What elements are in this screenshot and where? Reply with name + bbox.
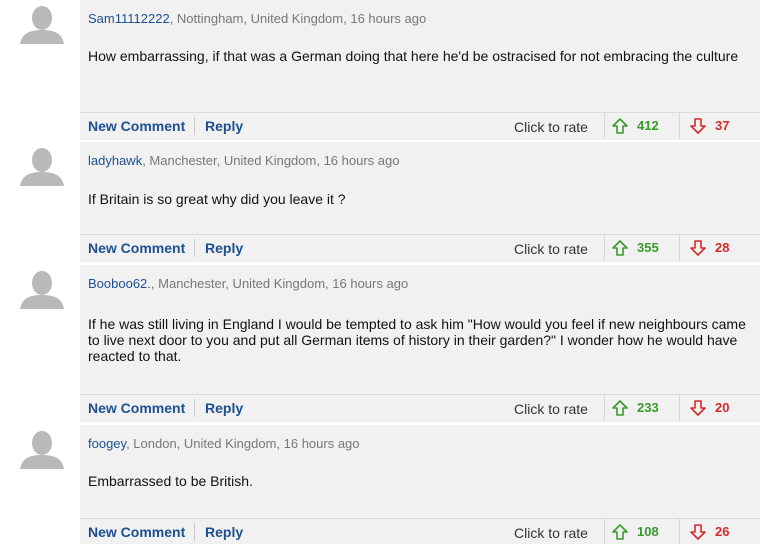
comment-panel: foogey, London, United Kingdom, 16 hours…: [80, 425, 760, 544]
downvote-count: 20: [715, 400, 730, 415]
downvote-button[interactable]: 20: [689, 399, 749, 417]
arrow-down-icon: [690, 240, 706, 256]
new-comment-button[interactable]: New Comment: [88, 118, 185, 134]
reply-button[interactable]: Reply: [205, 240, 243, 256]
default-avatar-icon: [18, 269, 66, 309]
arrow-up-icon: [612, 240, 628, 256]
comment-actions-bar: New Comment Reply Click to rate 412 37: [80, 112, 760, 139]
divider: [194, 117, 195, 135]
comment-location-time: , Manchester, United Kingdom, 16 hours a…: [150, 276, 409, 291]
comment-item: Sam11112222, Nottingham, United Kingdom,…: [0, 0, 768, 140]
comment-meta: Booboo62., Manchester, United Kingdom, 1…: [88, 276, 408, 291]
upvote-button[interactable]: 233: [611, 399, 671, 417]
comment-username[interactable]: Booboo62.: [88, 276, 151, 291]
arrow-down-icon: [690, 400, 706, 416]
comment-panel: Sam11112222, Nottingham, United Kingdom,…: [80, 0, 760, 140]
divider: [604, 519, 605, 544]
avatar: [18, 269, 66, 309]
downvote-button[interactable]: 37: [689, 117, 749, 135]
avatar: [18, 4, 66, 44]
comment-meta: ladyhawk, Manchester, United Kingdom, 16…: [88, 153, 399, 168]
downvote-count: 26: [715, 524, 730, 539]
upvote-button[interactable]: 108: [611, 523, 671, 541]
arrow-up-icon: [612, 118, 628, 134]
comment-panel: Booboo62., Manchester, United Kingdom, 1…: [80, 265, 760, 422]
comment-actions-bar: New Comment Reply Click to rate 233 20: [80, 394, 760, 421]
comment-item: Booboo62., Manchester, United Kingdom, 1…: [0, 265, 768, 422]
arrow-up-icon: [612, 524, 628, 540]
divider: [604, 395, 605, 421]
click-to-rate-label: Click to rate: [514, 401, 588, 417]
avatar: [18, 146, 66, 186]
comment-panel: ladyhawk, Manchester, United Kingdom, 16…: [80, 142, 760, 262]
divider: [679, 113, 680, 139]
comment-text: If he was still living in England I woul…: [88, 316, 746, 364]
click-to-rate-label: Click to rate: [514, 119, 588, 135]
arrow-down-icon: [690, 118, 706, 134]
comment-actions-bar: New Comment Reply Click to rate 355 28: [80, 234, 760, 261]
click-to-rate-label: Click to rate: [514, 525, 588, 541]
arrow-up-icon: [612, 400, 628, 416]
comment-username[interactable]: Sam11112222: [88, 11, 170, 26]
new-comment-button[interactable]: New Comment: [88, 240, 185, 256]
downvote-count: 37: [715, 118, 730, 133]
upvote-count: 108: [637, 524, 659, 539]
comment-username[interactable]: foogey: [88, 436, 126, 451]
comment-meta: Sam11112222, Nottingham, United Kingdom,…: [88, 11, 426, 26]
reply-button[interactable]: Reply: [205, 118, 243, 134]
reply-button[interactable]: Reply: [205, 400, 243, 416]
comment-actions-bar: New Comment Reply Click to rate 108 26: [80, 518, 760, 544]
comment-text: If Britain is so great why did you leave…: [88, 191, 346, 207]
avatar: [18, 429, 66, 469]
upvote-count: 412: [637, 118, 659, 133]
divider: [604, 235, 605, 261]
upvote-count: 355: [637, 240, 659, 255]
divider: [194, 523, 195, 541]
reply-button[interactable]: Reply: [205, 524, 243, 540]
comment-text: Embarrassed to be British.: [88, 473, 253, 489]
downvote-button[interactable]: 28: [689, 239, 749, 257]
click-to-rate-label: Click to rate: [514, 241, 588, 257]
divider: [679, 235, 680, 261]
upvote-button[interactable]: 355: [611, 239, 671, 257]
comment-location-time: , Manchester, United Kingdom, 16 hours a…: [142, 153, 400, 168]
comment-item: ladyhawk, Manchester, United Kingdom, 16…: [0, 142, 768, 262]
divider: [679, 395, 680, 421]
divider: [679, 519, 680, 544]
upvote-count: 233: [637, 400, 659, 415]
comment-location-time: , London, United Kingdom, 16 hours ago: [126, 436, 360, 451]
new-comment-button[interactable]: New Comment: [88, 524, 185, 540]
comment-location-time: , Nottingham, United Kingdom, 16 hours a…: [169, 11, 427, 26]
comment-item: foogey, London, United Kingdom, 16 hours…: [0, 425, 768, 544]
default-avatar-icon: [18, 4, 66, 44]
divider: [194, 399, 195, 417]
default-avatar-icon: [18, 146, 66, 186]
divider: [604, 113, 605, 139]
comment-thread: Sam11112222, Nottingham, United Kingdom,…: [0, 0, 768, 544]
comment-username[interactable]: ladyhawk: [88, 153, 142, 168]
upvote-button[interactable]: 412: [611, 117, 671, 135]
comment-meta: foogey, London, United Kingdom, 16 hours…: [88, 436, 360, 451]
default-avatar-icon: [18, 429, 66, 469]
new-comment-button[interactable]: New Comment: [88, 400, 185, 416]
arrow-down-icon: [690, 524, 706, 540]
divider: [194, 239, 195, 257]
comment-text: How embarrassing, if that was a German d…: [88, 48, 739, 64]
downvote-button[interactable]: 26: [689, 523, 749, 541]
downvote-count: 28: [715, 240, 730, 255]
